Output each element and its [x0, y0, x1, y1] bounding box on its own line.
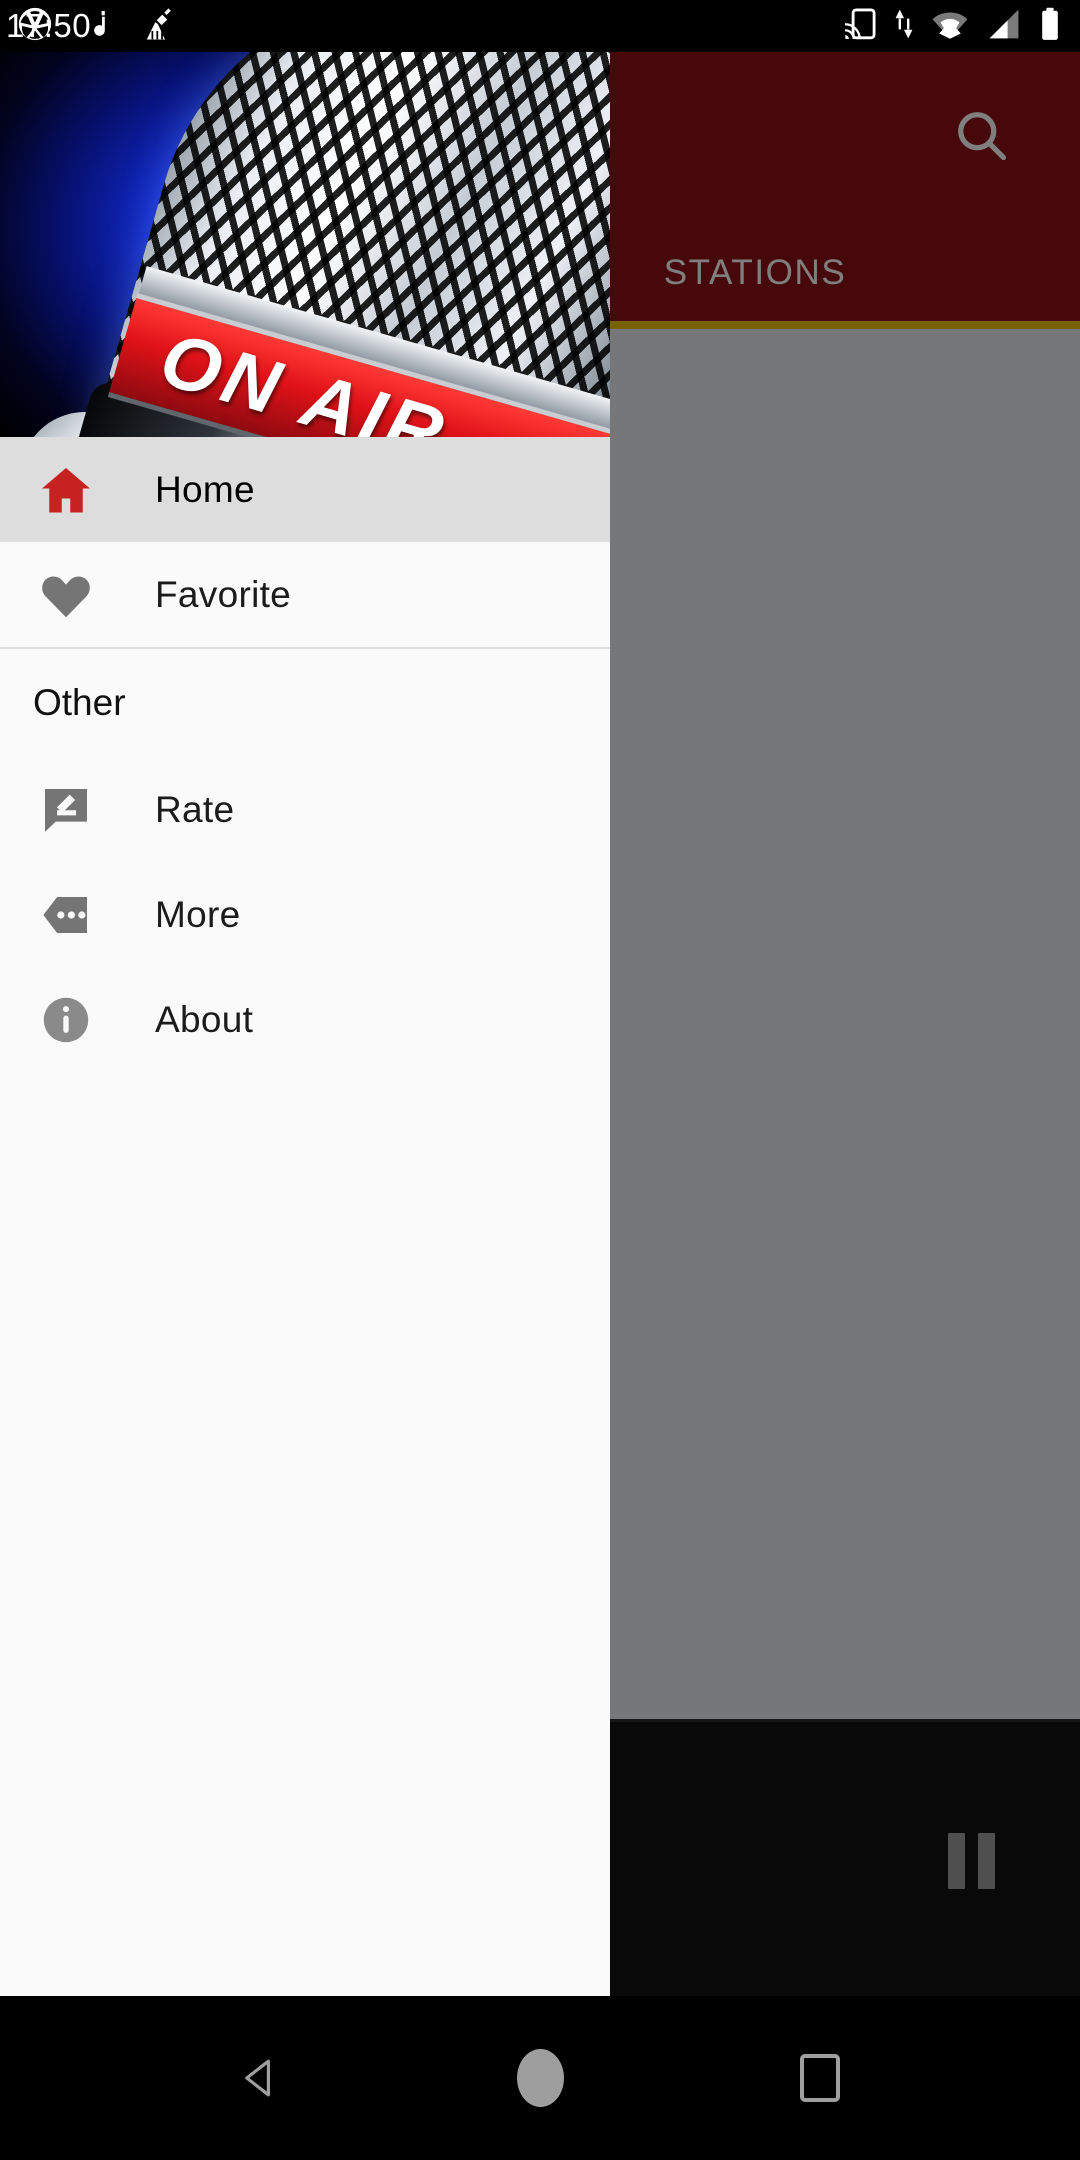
sidebar-item-home-label: Home	[155, 468, 255, 510]
sidebar-item-favorite-label: Favorite	[155, 573, 292, 615]
cast-icon	[842, 6, 878, 47]
navigation-drawer: ON AIR Home Favorite Other Rate More Abo…	[0, 52, 610, 1996]
camera-aperture-icon	[16, 5, 54, 48]
android-navigation-bar	[0, 1996, 1080, 2160]
data-transfer-icon	[894, 6, 914, 47]
sidebar-item-about-label: About	[155, 998, 254, 1040]
recents-square-icon[interactable]	[790, 2048, 850, 2108]
sidebar-item-about[interactable]: About	[0, 967, 610, 1072]
home-circle-icon[interactable]	[510, 2048, 570, 2108]
sidebar-item-more[interactable]: More	[0, 862, 610, 967]
battery-icon	[1038, 6, 1062, 47]
heart-icon	[30, 559, 102, 631]
sidebar-item-rate-label: Rate	[155, 788, 235, 830]
sidebar-item-more-label: More	[155, 893, 241, 935]
status-bar-right-icons	[842, 0, 1062, 52]
phone-screen: STATIONS ON AIR	[0, 0, 1080, 2160]
cleaner-broom-icon	[138, 5, 178, 48]
drawer-section-other-label: Other	[33, 682, 126, 723]
sidebar-item-favorite[interactable]: Favorite	[0, 542, 610, 647]
status-bar-left-icons	[16, 0, 178, 52]
sidebar-item-home[interactable]: Home	[0, 437, 610, 542]
home-icon	[30, 454, 102, 526]
sidebar-item-rate[interactable]: Rate	[0, 757, 610, 862]
back-triangle-icon[interactable]	[230, 2048, 290, 2108]
wifi-icon	[930, 6, 970, 47]
drawer-section-other: Other	[0, 649, 610, 757]
status-bar: 17:50	[0, 0, 1080, 52]
info-icon	[30, 984, 102, 1056]
music-note-icon	[80, 5, 112, 48]
rate-comment-edit-icon	[30, 774, 102, 846]
drawer-header-image: ON AIR	[0, 52, 610, 437]
drawer-menu: Home Favorite Other Rate More About	[0, 437, 610, 1072]
more-tag-icon	[30, 879, 102, 951]
signal-icon	[986, 6, 1022, 47]
